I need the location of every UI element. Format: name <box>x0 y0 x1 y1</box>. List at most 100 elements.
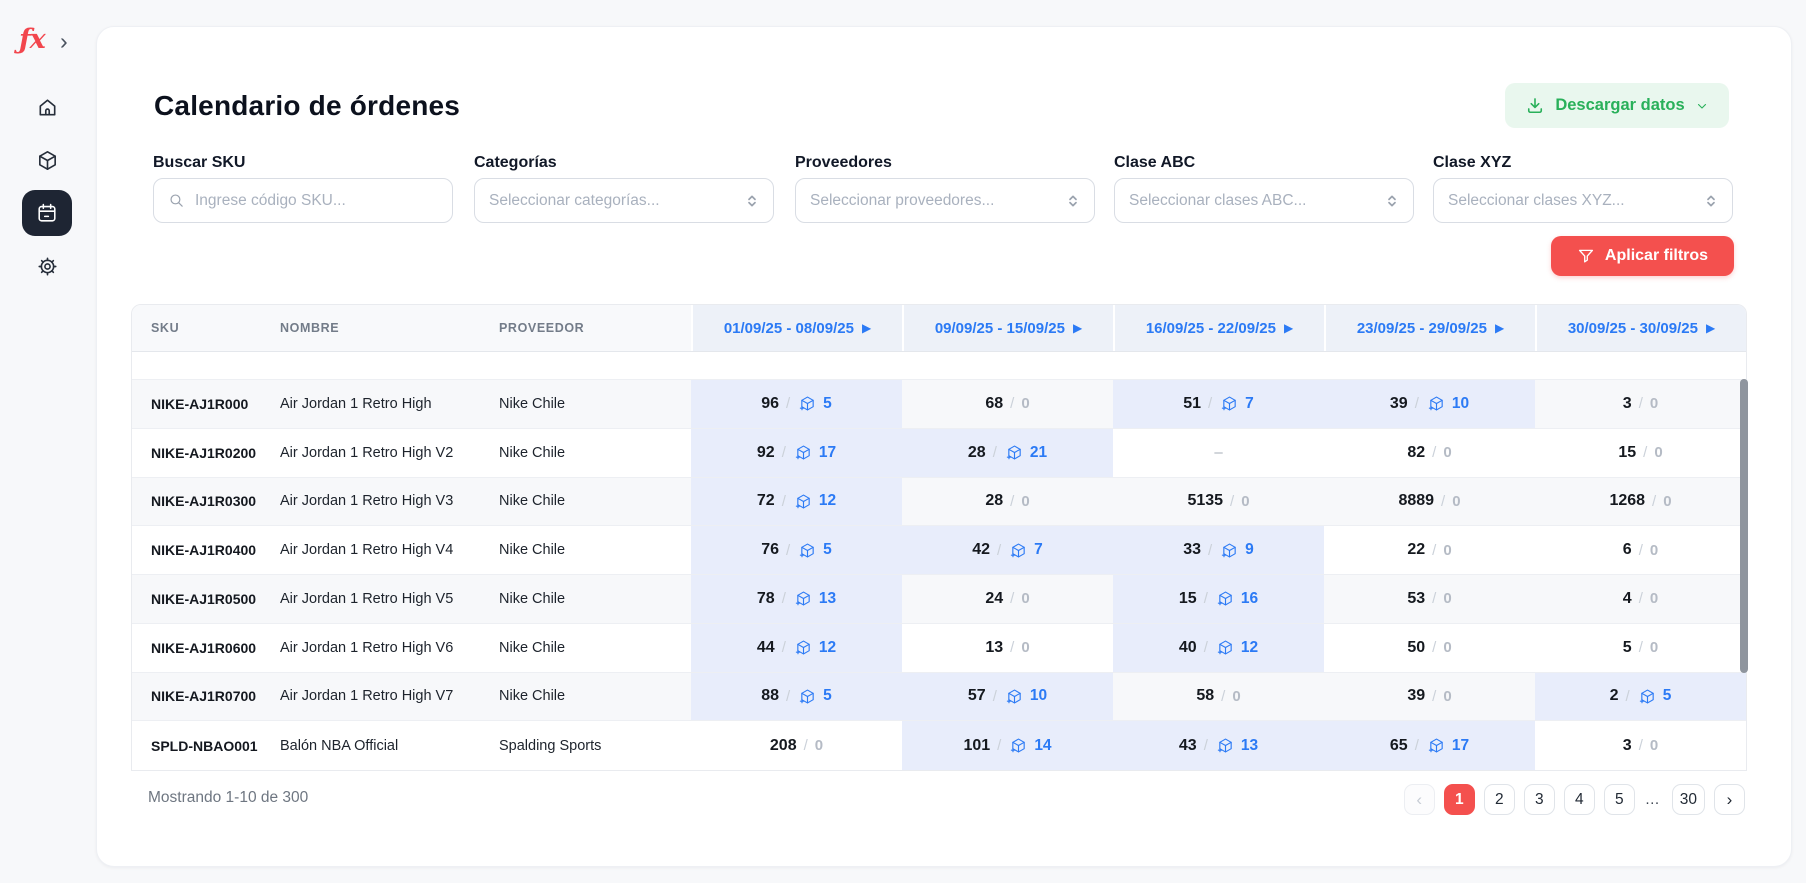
package-plus-icon <box>1221 395 1238 412</box>
package-plus-icon <box>1006 688 1023 705</box>
categories-select[interactable]: Seleccionar categorías... <box>474 178 774 223</box>
page-button-3[interactable]: 3 <box>1524 784 1555 815</box>
week-column-header: 01/09/25 - 08/09/25▶ <box>691 305 902 351</box>
week-cell: 58/0 <box>1113 673 1324 721</box>
package-plus-icon <box>1010 737 1027 754</box>
week-range-label: 23/09/25 - 29/09/25 <box>1357 320 1487 337</box>
table-scrollbar-thumb[interactable] <box>1740 379 1748 673</box>
week-cell: 78/13 <box>691 575 902 623</box>
filter-providers: Proveedores Seleccionar proveedores... <box>795 153 1095 173</box>
table-row[interactable]: NIKE-AJ1R0600Air Jordan 1 Retro High V6N… <box>132 624 1746 673</box>
provider-cell: Nike Chile <box>499 380 691 428</box>
package-plus-icon <box>799 395 816 412</box>
week-cell: 208/0 <box>691 721 902 770</box>
week-cell: 3/0 <box>1535 380 1746 428</box>
week-cell: 2/5 <box>1535 673 1746 721</box>
expand-week-icon[interactable]: ▶ <box>1495 322 1504 334</box>
table-row[interactable]: SPLD-NBAO001Balón NBA OfficialSpalding S… <box>132 721 1746 770</box>
name-cell: Air Jordan 1 Retro High <box>280 380 499 428</box>
sku-cell: NIKE-AJ1R0500 <box>132 575 280 623</box>
next-page-button[interactable]: › <box>1714 784 1745 815</box>
filter-abc-class: Clase ABC Seleccionar clases ABC... <box>1114 153 1414 173</box>
sku-search-input[interactable] <box>195 192 438 210</box>
orders-table: SKU NOMBRE PROVEEDOR 01/09/25 - 08/09/25… <box>131 304 1747 771</box>
calendar-icon <box>36 202 58 224</box>
package-plus-icon <box>1639 688 1656 705</box>
week-cell: 68/0 <box>902 380 1113 428</box>
week-cell: 5/0 <box>1535 624 1746 672</box>
providers-select[interactable]: Seleccionar proveedores... <box>795 178 1095 223</box>
week-cell: 42/7 <box>902 526 1113 574</box>
week-cell: 28/21 <box>902 429 1113 477</box>
sidebar-item-calendar[interactable] <box>22 190 72 236</box>
provider-cell: Nike Chile <box>499 478 691 526</box>
week-cell: 22/0 <box>1324 526 1535 574</box>
week-cell: 72/12 <box>691 478 902 526</box>
results-summary: Mostrando 1-10 de 300 <box>148 789 308 807</box>
table-row[interactable]: NIKE-AJ1R0300Air Jordan 1 Retro High V3N… <box>132 478 1746 527</box>
download-data-label: Descargar datos <box>1555 96 1684 115</box>
sidebar-expand-icon[interactable]: › <box>60 28 68 55</box>
xyz-placeholder: Seleccionar clases XYZ... <box>1448 192 1694 210</box>
week-cell: 6/0 <box>1535 526 1746 574</box>
week-column-header: 09/09/25 - 15/09/25▶ <box>902 305 1113 351</box>
week-cell: 28/0 <box>902 478 1113 526</box>
filter-abc-label: Clase ABC <box>1114 153 1414 173</box>
table-row[interactable]: NIKE-AJ1R0700Air Jordan 1 Retro High V7N… <box>132 673 1746 722</box>
search-icon <box>168 192 185 209</box>
week-cell: 65/17 <box>1324 721 1535 770</box>
package-plus-icon <box>799 688 816 705</box>
chevron-down-icon <box>1695 99 1709 113</box>
package-plus-icon <box>1006 444 1023 461</box>
filter-funnel-icon <box>1577 247 1595 265</box>
week-cell: 33/9 <box>1113 526 1324 574</box>
expand-week-icon[interactable]: ▶ <box>1284 322 1293 334</box>
abc-class-select[interactable]: Seleccionar clases ABC... <box>1114 178 1414 223</box>
sidebar-item-products[interactable] <box>25 138 69 182</box>
filter-xyz-label: Clase XYZ <box>1433 153 1733 173</box>
week-cell: 82/0 <box>1324 429 1535 477</box>
page-button-4[interactable]: 4 <box>1564 784 1595 815</box>
package-plus-icon <box>795 444 812 461</box>
package-plus-icon <box>1217 737 1234 754</box>
week-cell: 39/0 <box>1324 673 1535 721</box>
package-plus-icon <box>1428 737 1445 754</box>
app-logo[interactable]: ƒx <box>19 24 45 55</box>
previous-page-button[interactable]: ‹ <box>1404 784 1435 815</box>
gear-icon <box>36 255 59 278</box>
package-plus-icon <box>1221 542 1238 559</box>
select-chevrons-icon <box>745 194 759 208</box>
expand-week-icon[interactable]: ▶ <box>1706 322 1715 334</box>
sidebar-item-settings[interactable] <box>25 244 69 288</box>
week-cell: 15/0 <box>1535 429 1746 477</box>
provider-cell: Nike Chile <box>499 575 691 623</box>
page-button-30[interactable]: 30 <box>1672 784 1705 815</box>
page-button-1[interactable]: 1 <box>1444 784 1475 815</box>
week-cell: 101/14 <box>902 721 1113 770</box>
download-icon <box>1525 96 1545 116</box>
name-cell: Air Jordan 1 Retro High V2 <box>280 429 499 477</box>
package-plus-icon <box>1428 395 1445 412</box>
sku-cell: NIKE-AJ1R000 <box>132 380 280 428</box>
apply-filters-button[interactable]: Aplicar filtros <box>1551 236 1734 276</box>
week-column-header: 23/09/25 - 29/09/25 ▶ <box>1324 305 1535 351</box>
table-row[interactable]: NIKE-AJ1R0400Air Jordan 1 Retro High V4N… <box>132 526 1746 575</box>
column-header-proveedor: PROVEEDOR <box>499 305 691 351</box>
page-button-5[interactable]: 5 <box>1604 784 1635 815</box>
main-panel: Calendario de órdenes Descargar datos Bu… <box>96 26 1792 867</box>
sidebar-item-home[interactable] <box>25 85 69 129</box>
table-row[interactable]: NIKE-AJ1R0200Air Jordan 1 Retro High V2N… <box>132 429 1746 478</box>
select-chevrons-icon <box>1066 194 1080 208</box>
expand-week-icon[interactable]: ▶ <box>1073 322 1082 334</box>
filter-sku-label: Buscar SKU <box>153 153 453 173</box>
expand-week-icon[interactable]: ▶ <box>862 322 871 334</box>
table-row[interactable]: NIKE-AJ1R0500Air Jordan 1 Retro High V5N… <box>132 575 1746 624</box>
week-cell: 53/0 <box>1324 575 1535 623</box>
xyz-class-select[interactable]: Seleccionar clases XYZ... <box>1433 178 1733 223</box>
table-row[interactable]: NIKE-AJ1R000Air Jordan 1 Retro HighNike … <box>132 380 1746 429</box>
sku-cell: NIKE-AJ1R0400 <box>132 526 280 574</box>
table-header-row: SKU NOMBRE PROVEEDOR 01/09/25 - 08/09/25… <box>132 305 1746 352</box>
page-button-2[interactable]: 2 <box>1484 784 1515 815</box>
download-data-button[interactable]: Descargar datos <box>1505 83 1729 128</box>
week-cell: 51/7 <box>1113 380 1324 428</box>
